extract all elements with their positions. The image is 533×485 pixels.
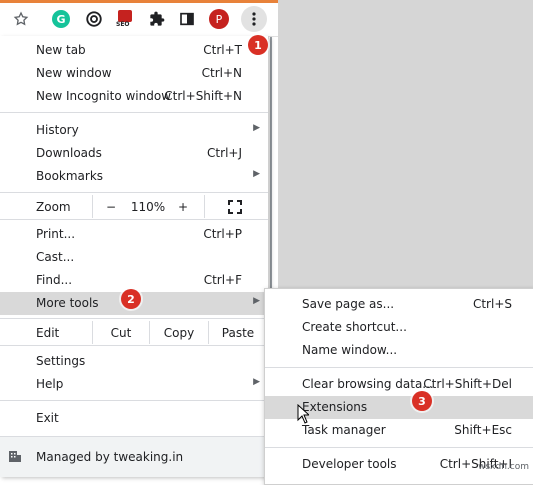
menu-item-label: New window bbox=[36, 66, 112, 80]
menu-item-new-incognito[interactable]: New Incognito window Ctrl+Shift+N bbox=[0, 85, 268, 108]
grammarly-letter: G bbox=[52, 10, 70, 28]
menu-item-label: Bookmarks bbox=[36, 169, 104, 183]
zoom-level: 110% bbox=[130, 199, 166, 214]
menu-separator bbox=[0, 345, 268, 346]
menu-item-shortcut: Ctrl+P bbox=[203, 227, 242, 241]
profile-letter: P bbox=[209, 9, 229, 29]
zoom-label: Zoom bbox=[36, 199, 71, 214]
puzzle-icon[interactable] bbox=[146, 8, 168, 30]
step-badge-2: 2 bbox=[121, 289, 141, 309]
extension-icon[interactable] bbox=[83, 8, 105, 30]
submenu-item-create-shortcut[interactable]: Create shortcut... bbox=[265, 316, 533, 339]
kebab-menu-icon[interactable] bbox=[241, 6, 267, 32]
menu-item-label: New Incognito window bbox=[36, 89, 172, 103]
menu-item-label: Print... bbox=[36, 227, 76, 241]
menu-separator bbox=[0, 112, 268, 113]
menu-item-print[interactable]: Print... Ctrl+P bbox=[0, 223, 268, 246]
submenu-item-shortcut: Shift+Esc bbox=[454, 423, 512, 437]
menu-item-label: Cast... bbox=[36, 250, 75, 264]
submenu-separator bbox=[265, 447, 533, 448]
menu-item-new-tab[interactable]: New tab Ctrl+T bbox=[0, 39, 268, 62]
star-icon[interactable] bbox=[10, 8, 32, 30]
menu-separator bbox=[0, 400, 268, 401]
submenu-arrow-icon: ▶ bbox=[253, 123, 260, 133]
submenu-item-save-page[interactable]: Save page as... Ctrl+S bbox=[265, 293, 533, 316]
sidepanel-icon[interactable] bbox=[176, 8, 198, 30]
menu-item-shortcut: Ctrl+T bbox=[203, 43, 242, 57]
profile-avatar[interactable]: P bbox=[208, 8, 230, 30]
menu-item-shortcut: Ctrl+Shift+N bbox=[164, 89, 242, 103]
cut-button[interactable]: Cut bbox=[93, 321, 149, 344]
edit-row: Edit Cut Copy Paste bbox=[0, 321, 268, 344]
managed-by-banner[interactable]: Managed by tweaking.in bbox=[0, 436, 268, 477]
zoom-out-button[interactable]: − bbox=[100, 195, 122, 218]
submenu-item-label: Clear browsing data... bbox=[302, 377, 434, 391]
submenu-item-shortcut: Ctrl+S bbox=[472, 297, 512, 311]
submenu-item-label: Task manager bbox=[302, 423, 386, 437]
menu-separator bbox=[0, 318, 268, 319]
step-badge-3: 3 bbox=[412, 391, 432, 411]
fullscreen-icon[interactable] bbox=[222, 195, 248, 218]
seo-icon[interactable]: SEO bbox=[114, 8, 136, 30]
menu-item-label: History bbox=[36, 123, 79, 137]
submenu-separator bbox=[265, 367, 533, 368]
chrome-main-menu: New tab Ctrl+T New window Ctrl+N New Inc… bbox=[0, 36, 269, 476]
submenu-item-label: Extensions bbox=[302, 400, 368, 414]
zoom-divider bbox=[204, 195, 205, 218]
mouse-cursor-icon bbox=[297, 403, 311, 427]
menu-separator bbox=[0, 192, 268, 193]
menu-item-shortcut: Ctrl+N bbox=[201, 66, 242, 80]
submenu-item-label: Create shortcut... bbox=[302, 320, 407, 334]
submenu-item-clear-browsing[interactable]: Clear browsing data... Ctrl+Shift+Del bbox=[265, 373, 533, 396]
edit-label: Edit bbox=[36, 325, 60, 340]
menu-item-cast[interactable]: Cast... bbox=[0, 246, 268, 269]
menu-item-label: New tab bbox=[36, 43, 86, 57]
menu-item-shortcut: Ctrl+J bbox=[207, 146, 242, 160]
menu-item-bookmarks[interactable]: Bookmarks ▶ bbox=[0, 165, 268, 188]
paste-button[interactable]: Paste bbox=[209, 321, 267, 344]
menu-item-label: Find... bbox=[36, 273, 73, 287]
menu-item-settings[interactable]: Settings bbox=[0, 350, 268, 373]
menu-item-help[interactable]: Help ▶ bbox=[0, 373, 268, 396]
building-icon bbox=[8, 449, 22, 466]
menu-item-label: Help bbox=[36, 377, 64, 391]
submenu-item-label: Developer tools bbox=[302, 457, 397, 471]
menu-item-new-window[interactable]: New window Ctrl+N bbox=[0, 62, 268, 85]
submenu-item-name-window[interactable]: Name window... bbox=[265, 339, 533, 362]
submenu-item-label: Name window... bbox=[302, 343, 398, 357]
zoom-divider bbox=[92, 195, 93, 218]
copy-button[interactable]: Copy bbox=[150, 321, 208, 344]
zoom-in-button[interactable]: + bbox=[172, 195, 194, 218]
submenu-arrow-icon: ▶ bbox=[253, 296, 260, 306]
managed-label: Managed by tweaking.in bbox=[36, 450, 184, 464]
submenu-item-label: Save page as... bbox=[302, 297, 395, 311]
menu-item-exit[interactable]: Exit bbox=[0, 407, 268, 430]
step-badge-1: 1 bbox=[248, 35, 268, 55]
more-tools-submenu: Save page as... Ctrl+S Create shortcut..… bbox=[264, 288, 533, 485]
menu-item-label: More tools bbox=[36, 296, 99, 310]
zoom-row: Zoom − 110% + bbox=[0, 195, 268, 218]
toolbar-accent-strip bbox=[0, 0, 278, 3]
browser-toolbar: G SEO P bbox=[0, 0, 278, 37]
grammarly-icon[interactable]: G bbox=[50, 8, 72, 30]
seo-text: SEO bbox=[116, 21, 130, 28]
menu-item-label: Downloads bbox=[36, 146, 102, 160]
menu-item-label: Settings bbox=[36, 354, 86, 368]
menu-separator bbox=[0, 219, 268, 220]
submenu-arrow-icon: ▶ bbox=[253, 169, 260, 179]
menu-item-history[interactable]: History ▶ bbox=[0, 119, 268, 142]
menu-item-label: Exit bbox=[36, 411, 59, 425]
menu-item-shortcut: Ctrl+F bbox=[203, 273, 242, 287]
submenu-arrow-icon: ▶ bbox=[253, 377, 260, 387]
submenu-item-shortcut: Ctrl+Shift+Del bbox=[423, 377, 512, 391]
watermark: wsxdn.com bbox=[478, 462, 529, 472]
menu-item-downloads[interactable]: Downloads Ctrl+J bbox=[0, 142, 268, 165]
